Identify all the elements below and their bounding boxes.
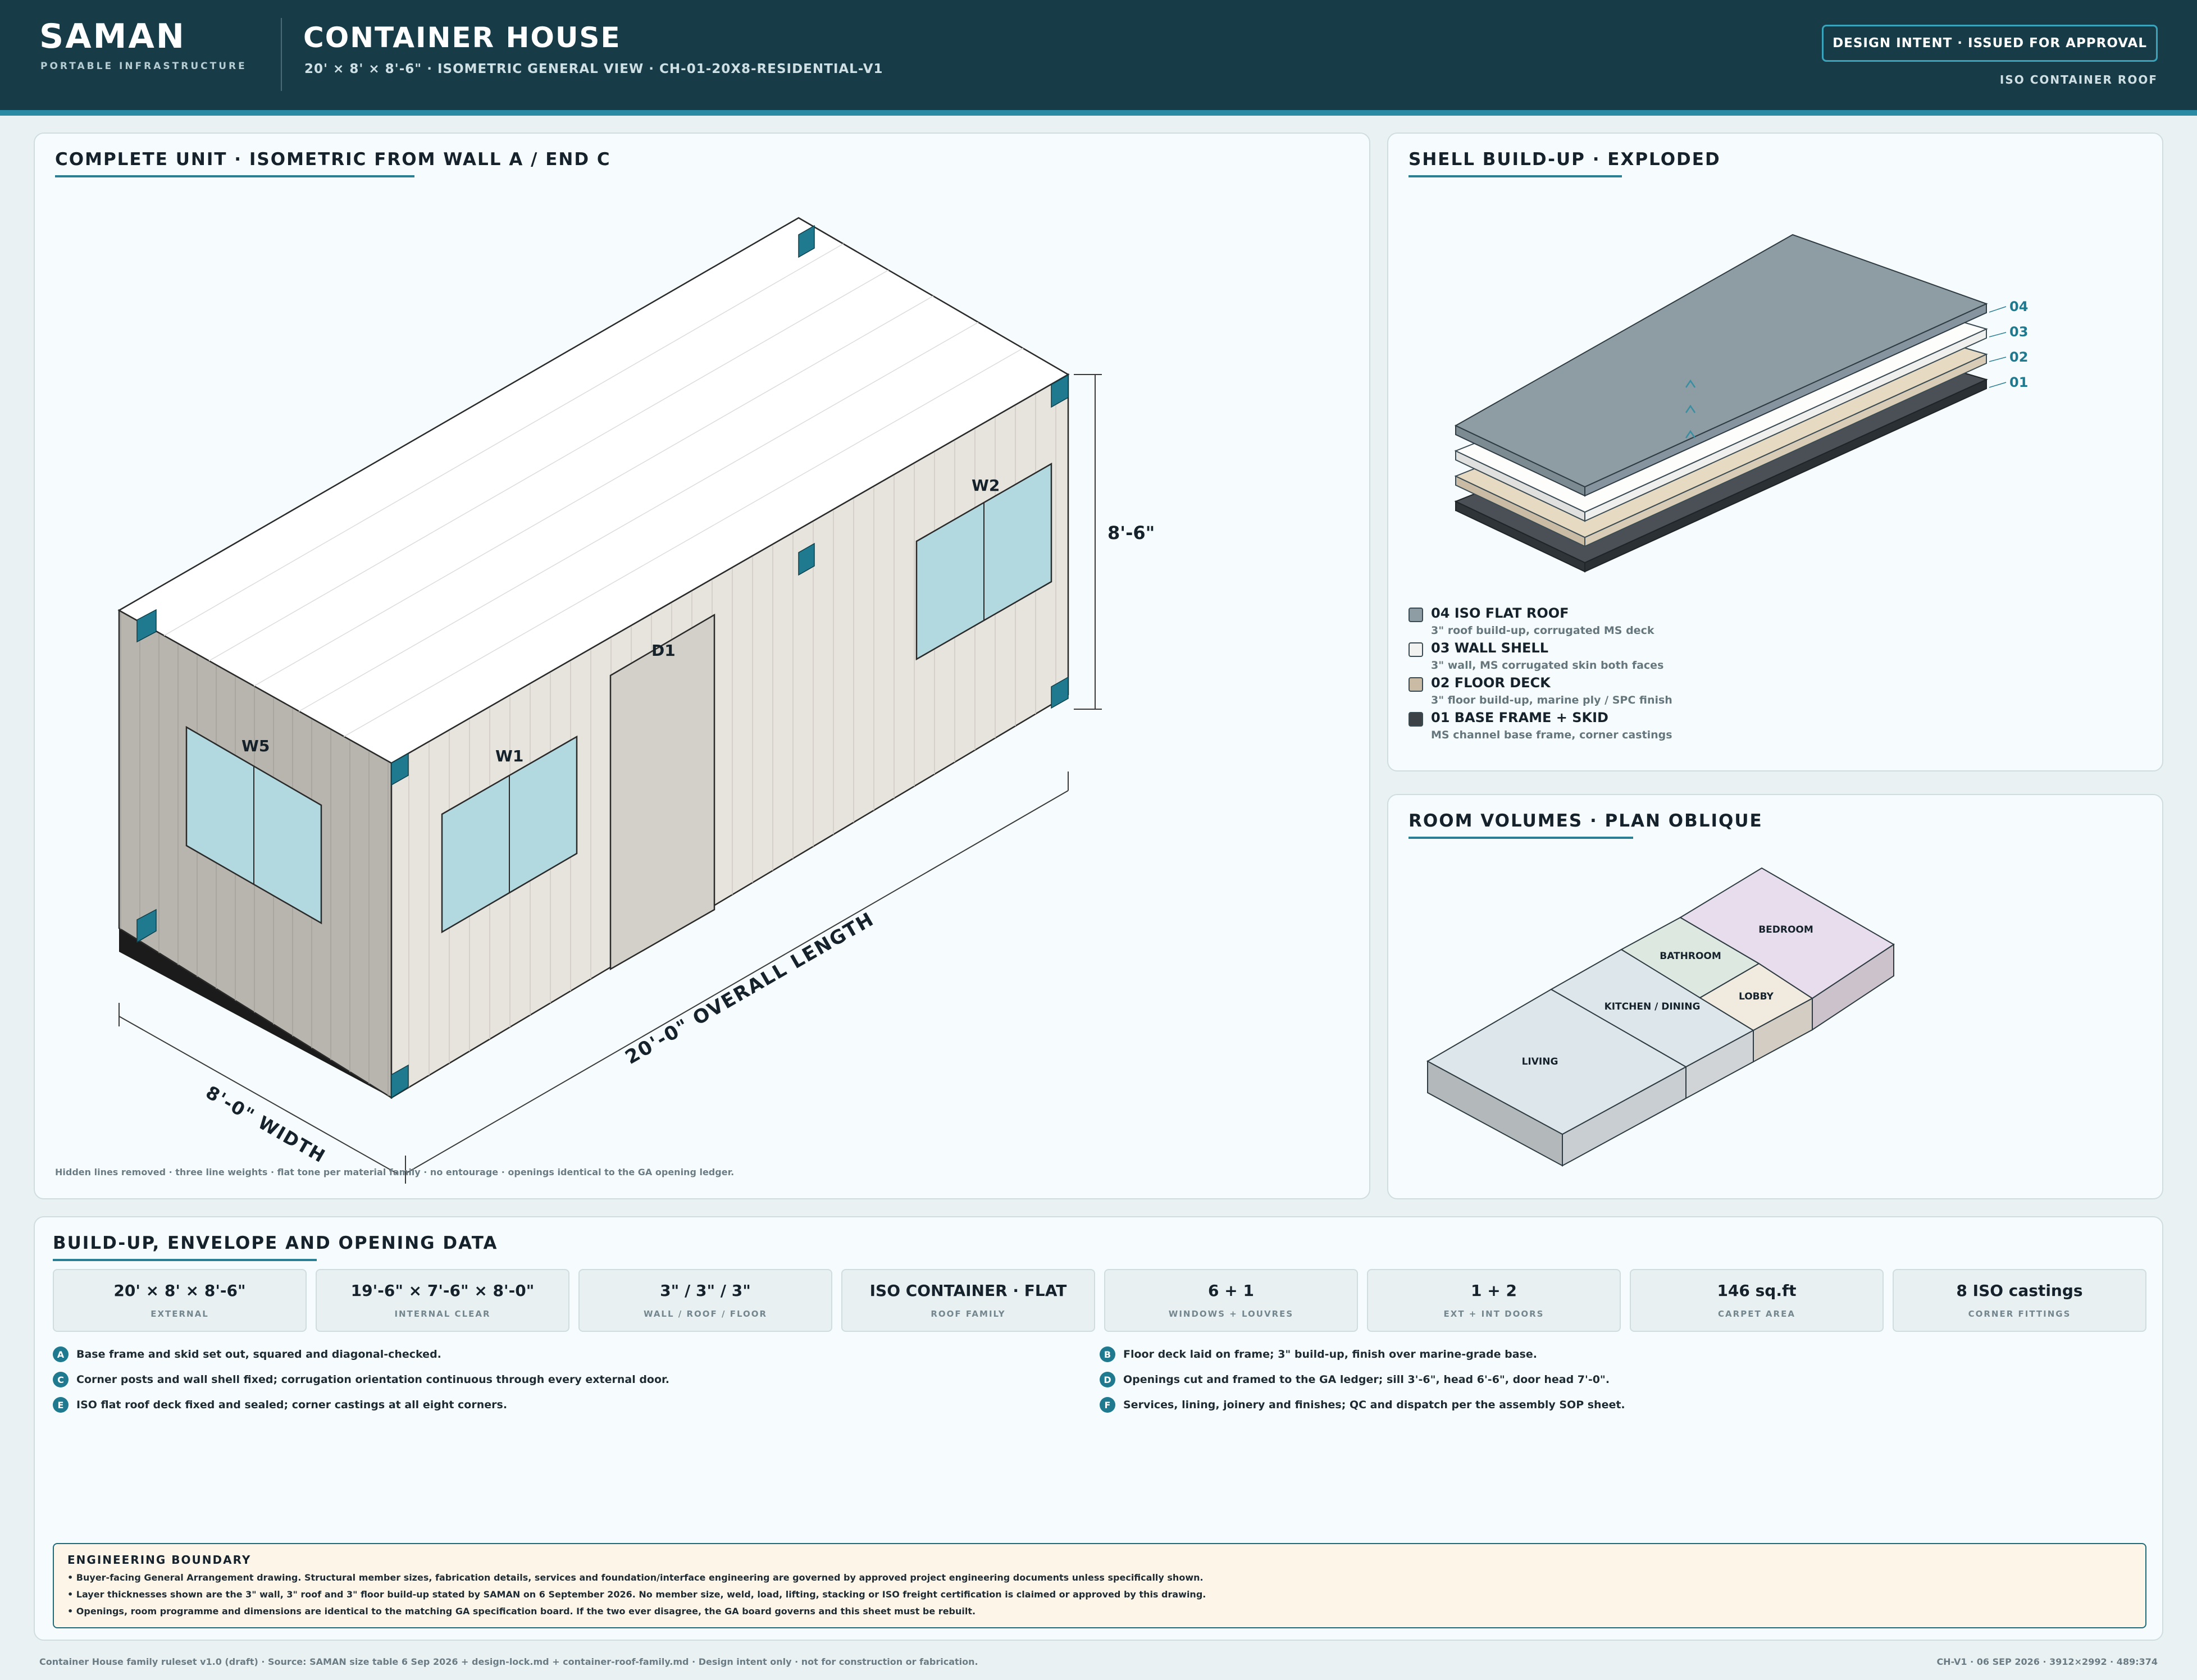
legend-desc: MS channel base frame, corner castings xyxy=(1431,729,1672,741)
stat-value: 1 + 2 xyxy=(1471,1281,1517,1300)
legend-swatch xyxy=(1409,642,1423,657)
buildup-data-panel: BUILD-UP, ENVELOPE AND OPENING DATA 20' … xyxy=(34,1216,2163,1641)
stat-label: INTERNAL CLEAR xyxy=(394,1309,491,1319)
stat-value: 8 ISO castings xyxy=(1956,1281,2083,1300)
stat-label: WALL / ROOF / FLOOR xyxy=(643,1309,768,1319)
stat-label: EXT + INT DOORS xyxy=(1443,1309,1544,1319)
page-subtitle: 20' × 8' × 8'-6" · ISOMETRIC GENERAL VIE… xyxy=(304,62,883,76)
legend-swatch xyxy=(1409,677,1423,692)
stat-card: 3" / 3" / 3" WALL / ROOF / FLOOR xyxy=(578,1269,832,1332)
room-label-kitchen: KITCHEN / DINING xyxy=(1605,1001,1701,1012)
step-item: D Openings cut and framed to the GA ledge… xyxy=(1100,1369,1610,1390)
stat-card: 1 + 2 EXT + INT DOORS xyxy=(1367,1269,1621,1332)
step-text: ISO flat roof deck fixed and sealed; cor… xyxy=(76,1399,508,1411)
step-text: Floor deck laid on frame; 3" build-up, f… xyxy=(1123,1348,1537,1361)
legend-desc: 3" floor build-up, marine ply / SPC fini… xyxy=(1431,694,1672,706)
step-marker: B xyxy=(1100,1346,1115,1362)
step-text: Base frame and skid set out, squared and… xyxy=(76,1348,441,1361)
room-label-living: LIVING xyxy=(1522,1056,1558,1067)
panel-title-underline xyxy=(53,1259,317,1261)
legend-desc: 3" wall, MS corrugated skin both faces xyxy=(1431,659,1664,672)
step-item: F Services, lining, joinery and finishes;… xyxy=(1100,1395,1625,1415)
room-label-bathroom: BATHROOM xyxy=(1660,951,1721,962)
container-isometric-drawing: W5 W1 D1 W2 8'-6" 20'-0" OVERALL LENGTH … xyxy=(117,217,1155,1184)
stat-card: 19'-6" × 7'-6" × 8'-0" INTERNAL CLEAR xyxy=(316,1269,569,1332)
isometric-footnote: Hidden lines removed · three line weight… xyxy=(55,1167,735,1177)
step-marker: D xyxy=(1100,1372,1115,1387)
status-badge: DESIGN INTENT · ISSUED FOR APPROVAL xyxy=(1822,25,2158,62)
brand-subtitle: PORTABLE INFRASTRUCTURE xyxy=(40,61,247,72)
stat-value: ISO CONTAINER · FLAT xyxy=(869,1281,1067,1300)
layer-number-02: 02 xyxy=(2009,349,2028,365)
exploded-layers-drawing: 04 03 02 01 xyxy=(1454,234,2028,573)
stat-card: 20' × 8' × 8'-6" EXTERNAL xyxy=(53,1269,307,1332)
footer-sheet-ref: CH-V1 · 06 SEP 2026 · 3912×2992 · 489:37… xyxy=(1936,1656,2158,1667)
legend-label: 04 ISO FLAT ROOF xyxy=(1431,605,1569,621)
step-item: C Corner posts and wall shell fixed; corr… xyxy=(53,1369,669,1390)
stat-label: EXTERNAL xyxy=(151,1309,209,1319)
legend-swatch xyxy=(1409,608,1423,622)
step-text: Openings cut and framed to the GA ledger… xyxy=(1123,1373,1610,1386)
legend-label: 03 WALL SHELL xyxy=(1431,640,1549,656)
step-marker: E xyxy=(53,1397,69,1413)
label-w2: W2 xyxy=(972,476,1000,495)
page-title: CONTAINER HOUSE xyxy=(303,21,621,54)
stat-label: ROOF FAMILY xyxy=(931,1309,1006,1319)
label-w1: W1 xyxy=(495,747,523,765)
room-volumes-panel: ROOM VOLUMES · PLAN OBLIQUE LIVING KITCH… xyxy=(1387,794,2163,1199)
step-item: E ISO flat roof deck fixed and sealed; co… xyxy=(53,1395,507,1415)
header-divider xyxy=(281,18,282,91)
layer-number-04: 04 xyxy=(2009,299,2028,314)
roof-tag: ISO CONTAINER ROOF xyxy=(1999,73,2158,86)
room-label-bedroom: BEDROOM xyxy=(1758,924,1813,935)
data-panel-title: BUILD-UP, ENVELOPE AND OPENING DATA xyxy=(53,1233,498,1253)
stats-row: 20' × 8' × 8'-6" EXTERNAL 19'-6" × 7'-6" … xyxy=(53,1269,2146,1332)
stat-value: 20' × 8' × 8'-6" xyxy=(113,1281,246,1300)
boundary-line: • Layer thicknesses shown are the 3" wal… xyxy=(67,1589,1206,1600)
stat-label: CORNER FITTINGS xyxy=(1968,1309,2071,1319)
stat-card: 6 + 1 WINDOWS + LOUVRES xyxy=(1104,1269,1358,1332)
step-item: A Base frame and skid set out, squared an… xyxy=(53,1344,441,1364)
step-marker: F xyxy=(1100,1397,1115,1413)
label-d1: D1 xyxy=(651,641,676,660)
stat-value: 146 sq.ft xyxy=(1717,1281,1797,1300)
boundary-line: • Buyer-facing General Arrangement drawi… xyxy=(67,1572,1204,1583)
shell-buildup-panel: SHELL BUILD-UP · EXPLODED 04 03 02 01 04… xyxy=(1387,133,2163,771)
stat-card: 146 sq.ft CARPET AREA xyxy=(1630,1269,1884,1332)
stat-value: 19'-6" × 7'-6" × 8'-0" xyxy=(350,1281,535,1300)
stat-label: CARPET AREA xyxy=(1718,1309,1795,1319)
footer-source-note: Container House family ruleset v1.0 (dra… xyxy=(39,1656,978,1667)
stat-card: ISO CONTAINER · FLAT ROOF FAMILY xyxy=(841,1269,1095,1332)
height-dimension-label: 8'-6" xyxy=(1107,522,1155,544)
layer-number-01: 01 xyxy=(2009,375,2028,390)
boundary-title: ENGINEERING BOUNDARY xyxy=(67,1553,252,1567)
header-stripe xyxy=(0,110,2197,116)
stat-label: WINDOWS + LOUVRES xyxy=(1168,1309,1294,1319)
step-text: Services, lining, joinery and finishes; … xyxy=(1123,1399,1625,1411)
layer-number-03: 03 xyxy=(2009,324,2028,340)
stat-value: 3" / 3" / 3" xyxy=(660,1281,751,1300)
engineering-boundary-box: ENGINEERING BOUNDARY • Buyer-facing Gene… xyxy=(53,1543,2146,1628)
room-volumes-drawing: LIVING KITCHEN / DINING BATHROOM LOBBY B… xyxy=(1426,867,1895,1167)
legend-label: 01 BASE FRAME + SKID xyxy=(1431,710,1608,725)
legend-swatch xyxy=(1409,712,1423,727)
boundary-line: • Openings, room programme and dimension… xyxy=(67,1606,976,1617)
legend-label: 02 FLOOR DECK xyxy=(1431,675,1551,691)
brand-logo: SAMAN xyxy=(39,17,186,56)
step-item: B Floor deck laid on frame; 3" build-up, … xyxy=(1100,1344,1537,1364)
step-text: Corner posts and wall shell fixed; corru… xyxy=(76,1373,669,1386)
step-marker: C xyxy=(53,1372,69,1387)
legend-desc: 3" roof build-up, corrugated MS deck xyxy=(1431,624,1654,637)
room-label-lobby: LOBBY xyxy=(1739,991,1774,1002)
step-marker: A xyxy=(53,1346,69,1362)
door-d1 xyxy=(609,613,715,971)
stat-value: 6 + 1 xyxy=(1208,1281,1254,1300)
stat-card: 8 ISO castings CORNER FITTINGS xyxy=(1893,1269,2146,1332)
label-w5: W5 xyxy=(241,737,270,755)
isometric-panel: COMPLETE UNIT · ISOMETRIC FROM WALL A / … xyxy=(34,133,1370,1199)
